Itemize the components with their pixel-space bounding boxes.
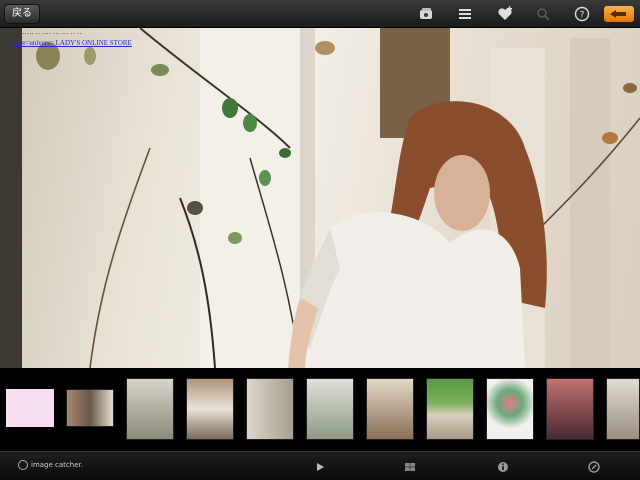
thumbnail-11[interactable] [606, 378, 640, 440]
photo-scene [0, 28, 640, 368]
grid-icon[interactable] [404, 461, 416, 473]
main-photo[interactable]: ·· ······· ·· ···· ··· ··· ·· ·· more=un… [0, 28, 640, 368]
thumbnail-9[interactable] [486, 378, 534, 440]
info-icon[interactable] [497, 461, 509, 473]
thumbnail-4[interactable] [186, 378, 234, 440]
svg-text:?: ? [580, 11, 585, 21]
thumbnail-6[interactable] [306, 378, 354, 440]
thumbnail-2[interactable] [66, 389, 114, 427]
thumbnail-1[interactable] [6, 389, 54, 427]
top-toolbar: 戻る ? [0, 0, 640, 28]
thumbnail-10[interactable] [546, 378, 594, 440]
bottom-toolbar: image catcher. [0, 451, 640, 480]
play-icon[interactable] [314, 461, 326, 473]
thumbnail-strip [0, 368, 640, 451]
thumbnail-5[interactable] [246, 378, 294, 440]
camera-logo-icon [18, 460, 28, 470]
photo-album-icon[interactable] [418, 6, 434, 22]
link-text-top: ·· ······· ·· ···· ··· ··· ·· ·· [11, 30, 82, 38]
thumbnail-8[interactable] [426, 378, 474, 440]
back-arrow-icon[interactable] [604, 6, 634, 22]
thumbnail-7[interactable] [366, 378, 414, 440]
brand-logo: image catcher. [18, 460, 83, 470]
thumbnail-3[interactable] [126, 378, 174, 440]
help-icon[interactable]: ? [574, 6, 590, 22]
list-icon[interactable] [457, 6, 473, 22]
settings-icon[interactable] [588, 461, 600, 473]
search-icon[interactable] [535, 6, 551, 22]
brand-label: image catcher. [31, 461, 83, 469]
favorite-heart-icon[interactable] [497, 6, 513, 22]
store-link[interactable]: more=univers= LADY'S ONLINE STORE [11, 39, 132, 47]
back-button[interactable]: 戻る [4, 4, 40, 24]
